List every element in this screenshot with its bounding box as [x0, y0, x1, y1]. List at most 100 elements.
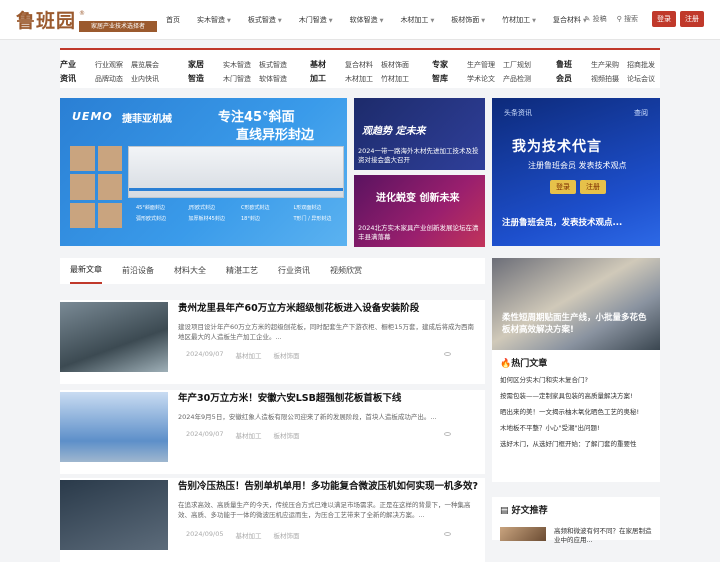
top-header: 鲁班园 ® 家居产业技术选择者 首页 实木智造 ▼ 板式智造 ▼ 木门智造 ▼ 软体智造 ▼ 木材… [0, 0, 720, 40]
banner-brand: UEMO [72, 110, 113, 123]
recommend-title[interactable]: 高频和微波有何不同？在家居制造业中的应用... [554, 527, 654, 545]
tab-3[interactable]: 精湛工艺 [226, 259, 258, 283]
category-link[interactable]: 板材饰面 [381, 58, 409, 72]
category-link[interactable]: 软体智造 [259, 72, 287, 86]
register-button[interactable]: 注册 [680, 11, 704, 27]
hot-article-link[interactable]: 木地板不平整？小心"受潮"出问题! [500, 424, 652, 433]
article-card[interactable]: 贵州龙里县年产60万立方米超级刨花板进入设备安装阶段 建设项目设计年产60万立方… [60, 300, 485, 384]
small-banner-2[interactable]: 进化蜕变 创新未来 2024北方实木家具产业创新发展论坛在清丰县满落幕 [354, 175, 485, 247]
nav-item[interactable]: 木门智造 ▼ [299, 13, 333, 27]
chevron-down-icon: ▼ [328, 18, 333, 24]
article-title[interactable]: 年产30万立方米！安徽六安LSB超强刨花板首板下线 [178, 392, 479, 405]
category-link[interactable]: 工厂规划 [503, 58, 531, 72]
category-link[interactable]: 竹材加工 [381, 72, 409, 86]
nav-item[interactable]: 竹材加工 ▼ [502, 13, 536, 27]
search-link[interactable]: ⚲ 搜索 [617, 14, 638, 24]
article-category[interactable]: 板材饰面 [273, 350, 299, 360]
recommend-thumbnail[interactable] [500, 527, 546, 541]
category-title[interactable]: 基材加工 [310, 58, 330, 86]
article-category[interactable]: 基材加工 [235, 430, 261, 440]
chevron-down-icon: ▼ [532, 18, 537, 24]
tab-4[interactable]: 行业资讯 [278, 259, 310, 283]
article-category[interactable]: 板材饰面 [273, 430, 299, 440]
pen-icon: ✎ [584, 15, 591, 23]
banner-tag: 18°封边 [241, 216, 260, 222]
headline-caption: 注册鲁班会员，发表技术观点... [502, 218, 623, 228]
article-thumbnail[interactable] [60, 392, 168, 462]
category-title[interactable]: 鲁班会员 [556, 58, 576, 86]
nav-item-label: 竹材加工 [502, 16, 531, 24]
nav-item[interactable]: 实木智造 ▼ [197, 13, 231, 27]
article-category[interactable]: 基材加工 [235, 350, 261, 360]
recommend-panel: ▤ 好文推荐 高频和微波有何不同？在家居制造业中的应用... [492, 497, 660, 544]
post-label: 投稿 [592, 15, 607, 23]
hot-article-link[interactable]: 晒出来的美！一文揭示柚木氧化晒色工艺的奥秘! [500, 408, 652, 417]
category-link[interactable]: 论坛会议 [627, 72, 655, 86]
tab-0[interactable]: 最新文章 [70, 258, 102, 284]
main-nav: 首页 实木智造 ▼ 板式智造 ▼ 木门智造 ▼ 软体智造 ▼ 木材加工 ▼ 板材饰面 ▼ 竹材加工 ▼ 复合材… [166, 13, 604, 27]
hot-articles-panel: 🔥热门文章 如何区分实木门和实木复合门? 按需包装——定制家具包装的高质量解决方案… [492, 350, 660, 482]
article-date: 2024/09/07 [186, 350, 224, 358]
headline-register-button[interactable]: 注册 [580, 180, 606, 194]
banner-wood-photos [70, 146, 122, 228]
banner-title-2: 直线异形封边 [236, 128, 315, 143]
category-link[interactable]: 木材加工 [345, 72, 373, 86]
category-link[interactable]: 品牌动态 [95, 72, 123, 86]
category-link[interactable]: 展览展会 [131, 58, 159, 72]
headline-banner[interactable]: 头条资讯 查阅 我为技术代言 注册鲁班会员 发表技术观点 登录 注册 注册鲁班会… [492, 98, 660, 246]
nav-item[interactable]: 软体智造 ▼ [350, 13, 384, 27]
nav-item[interactable]: 木材加工 ▼ [400, 13, 434, 27]
banner-tag: 弧形欧式封边 [136, 216, 167, 222]
post-link[interactable]: ✎ 投稿 [585, 14, 607, 24]
category-links: 复合材料 板材饰面 木材加工 竹材加工 [345, 58, 409, 86]
nav-item[interactable]: 复合材料 ▼ [553, 13, 587, 27]
article-category[interactable]: 板材饰面 [273, 530, 299, 540]
hot-article-link[interactable]: 选好木门，从选好门框开始：了解门套的重要性 [500, 440, 652, 449]
views-eye-icon [444, 430, 451, 438]
category-link[interactable]: 行业观察 [95, 58, 123, 72]
article-card[interactable]: 告别冷压热压！告别单机单用！多功能复合微波压机如何实现一机多效? 在追求高效、高… [60, 478, 485, 562]
nav-item[interactable]: 板材饰面 ▼ [451, 13, 485, 27]
category-title[interactable]: 家居智造 [188, 58, 208, 86]
site-logo[interactable]: 鲁班园 ® 家居产业技术选择者 [16, 6, 157, 34]
category-link[interactable]: 视频拍摄 [591, 72, 619, 86]
hot-article-link[interactable]: 按需包装——定制家具包装的高质量解决方案! [500, 392, 652, 401]
nav-item[interactable]: 首页 [166, 13, 180, 27]
category-title[interactable]: 专家智库 [432, 58, 452, 86]
small-banner-1[interactable]: 观趋势 定未来 2024一带一路海外木材先进加工技术及投资对接会盛大召开 [354, 98, 485, 170]
category-link[interactable]: 生产管理 [467, 58, 495, 72]
feature-card[interactable]: 柔性短周期贴面生产线，小批量多花色板材高效解决方案! [492, 258, 660, 350]
feature-title: 柔性短周期贴面生产线，小批量多花色板材高效解决方案! [502, 313, 647, 335]
hot-list: 如何区分实木门和实木复合门? 按需包装——定制家具包装的高质量解决方案! 晒出来的美… [500, 376, 652, 456]
category-link[interactable]: 招商批发 [627, 58, 655, 72]
category-link[interactable]: 业内快讯 [131, 72, 159, 86]
article-title[interactable]: 告别冷压热压！告别单机单用！多功能复合微波压机如何实现一机多效? [178, 480, 479, 493]
tab-2[interactable]: 材料大全 [174, 259, 206, 283]
nav-item[interactable]: 板式智造 ▼ [248, 13, 282, 27]
tab-1[interactable]: 前沿设备 [122, 259, 154, 283]
category-link[interactable]: 实木智造 [223, 58, 251, 72]
recommend-heading: ▤ 好文推荐 [500, 503, 548, 516]
category-link[interactable]: 生产采购 [591, 58, 619, 72]
fire-icon: 🔥 [500, 359, 512, 369]
headline-more-link[interactable]: 查阅 [634, 108, 648, 118]
banner-tag: L形双面封边 [293, 205, 322, 211]
login-button[interactable]: 登录 [652, 11, 676, 27]
category-link[interactable]: 产品检测 [503, 72, 531, 86]
article-category[interactable]: 基材加工 [235, 530, 261, 540]
tab-5[interactable]: 视频欣赏 [330, 259, 362, 283]
hot-article-link[interactable]: 如何区分实木门和实木复合门? [500, 376, 652, 385]
article-thumbnail[interactable] [60, 302, 168, 372]
article-summary: 建设项目设计年产60万立方米的超级刨花板，同时配套生产下游衣柜、橱柜15万套，建… [178, 323, 475, 341]
article-title[interactable]: 贵州龙里县年产60万立方米超级刨花板进入设备安装阶段 [178, 302, 479, 315]
headline-login-button[interactable]: 登录 [550, 180, 576, 194]
category-link[interactable]: 学术论文 [467, 72, 495, 86]
article-meta: 2024/09/07 基材加工 板材饰面 [186, 430, 311, 440]
category-title[interactable]: 产业资讯 [60, 58, 80, 86]
category-link[interactable]: 复合材料 [345, 58, 373, 72]
main-banner[interactable]: UEMO 捷菲亚机械 专注45°斜面 直线异形封边 45°斜面封边 J形欧式封边 C… [60, 98, 347, 246]
article-date: 2024/09/07 [186, 430, 224, 438]
category-link[interactable]: 木门智造 [223, 72, 251, 86]
category-link[interactable]: 板式智造 [259, 58, 287, 72]
article-card[interactable]: 年产30万立方米！安徽六安LSB超强刨花板首板下线 2024年9月5日，安徽红象… [60, 390, 485, 474]
